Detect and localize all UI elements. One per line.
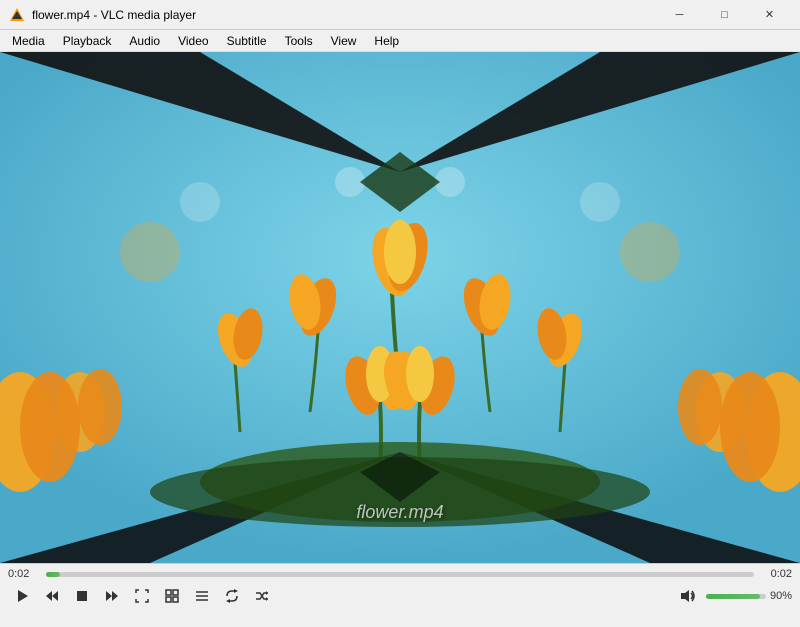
fullscreen-icon	[135, 589, 149, 603]
loop-icon	[225, 589, 239, 603]
time-current: 0:02	[8, 568, 40, 580]
volume-button[interactable]	[674, 584, 702, 608]
vlc-icon	[8, 6, 26, 24]
play-icon	[15, 589, 29, 603]
menu-tools[interactable]: Tools	[277, 30, 321, 52]
fullscreen-button[interactable]	[128, 584, 156, 608]
right-controls: 90%	[674, 584, 792, 608]
title-left: flower.mp4 - VLC media player	[8, 6, 196, 24]
stop-icon	[76, 590, 88, 602]
menu-help[interactable]: Help	[366, 30, 407, 52]
volume-bar[interactable]	[706, 594, 766, 599]
volume-area: 90%	[706, 590, 792, 602]
maximize-button[interactable]: □	[702, 0, 747, 30]
playlist-icon	[195, 589, 209, 603]
random-button[interactable]	[248, 584, 276, 608]
extended-icon	[165, 589, 179, 603]
close-button[interactable]: ✕	[747, 0, 792, 30]
minimize-button[interactable]: ─	[657, 0, 702, 30]
menu-view[interactable]: View	[323, 30, 365, 52]
random-icon	[255, 589, 269, 603]
play-button[interactable]	[8, 584, 36, 608]
menu-subtitle[interactable]: Subtitle	[219, 30, 275, 52]
volume-fill	[706, 594, 760, 599]
extended-button[interactable]	[158, 584, 186, 608]
loop-button[interactable]	[218, 584, 246, 608]
menu-audio[interactable]: Audio	[121, 30, 168, 52]
menu-bar: Media Playback Audio Video Subtitle Tool…	[0, 30, 800, 52]
volume-icon	[680, 589, 696, 603]
title-bar: flower.mp4 - VLC media player ─ □ ✕	[0, 0, 800, 30]
video-canvas: flower.mp4	[0, 52, 800, 563]
progress-fill	[46, 572, 60, 577]
volume-label: 90%	[770, 590, 792, 602]
time-total: 0:02	[760, 568, 792, 580]
controls-area: 0:02 0:02	[0, 563, 800, 627]
flowers-svg	[0, 52, 800, 563]
progress-container: 0:02 0:02	[8, 568, 792, 580]
menu-video[interactable]: Video	[170, 30, 216, 52]
next-button[interactable]	[98, 584, 126, 608]
prev-icon	[45, 589, 59, 603]
video-area[interactable]: flower.mp4	[0, 52, 800, 563]
menu-media[interactable]: Media	[4, 30, 53, 52]
progress-bar[interactable]	[46, 572, 754, 577]
control-buttons: 90%	[8, 584, 792, 608]
stop-button[interactable]	[68, 584, 96, 608]
title-text: flower.mp4 - VLC media player	[32, 8, 196, 22]
playlist-button[interactable]	[188, 584, 216, 608]
next-icon	[105, 589, 119, 603]
menu-playback[interactable]: Playback	[55, 30, 120, 52]
title-controls: ─ □ ✕	[657, 0, 792, 30]
prev-button[interactable]	[38, 584, 66, 608]
left-controls	[8, 584, 276, 608]
